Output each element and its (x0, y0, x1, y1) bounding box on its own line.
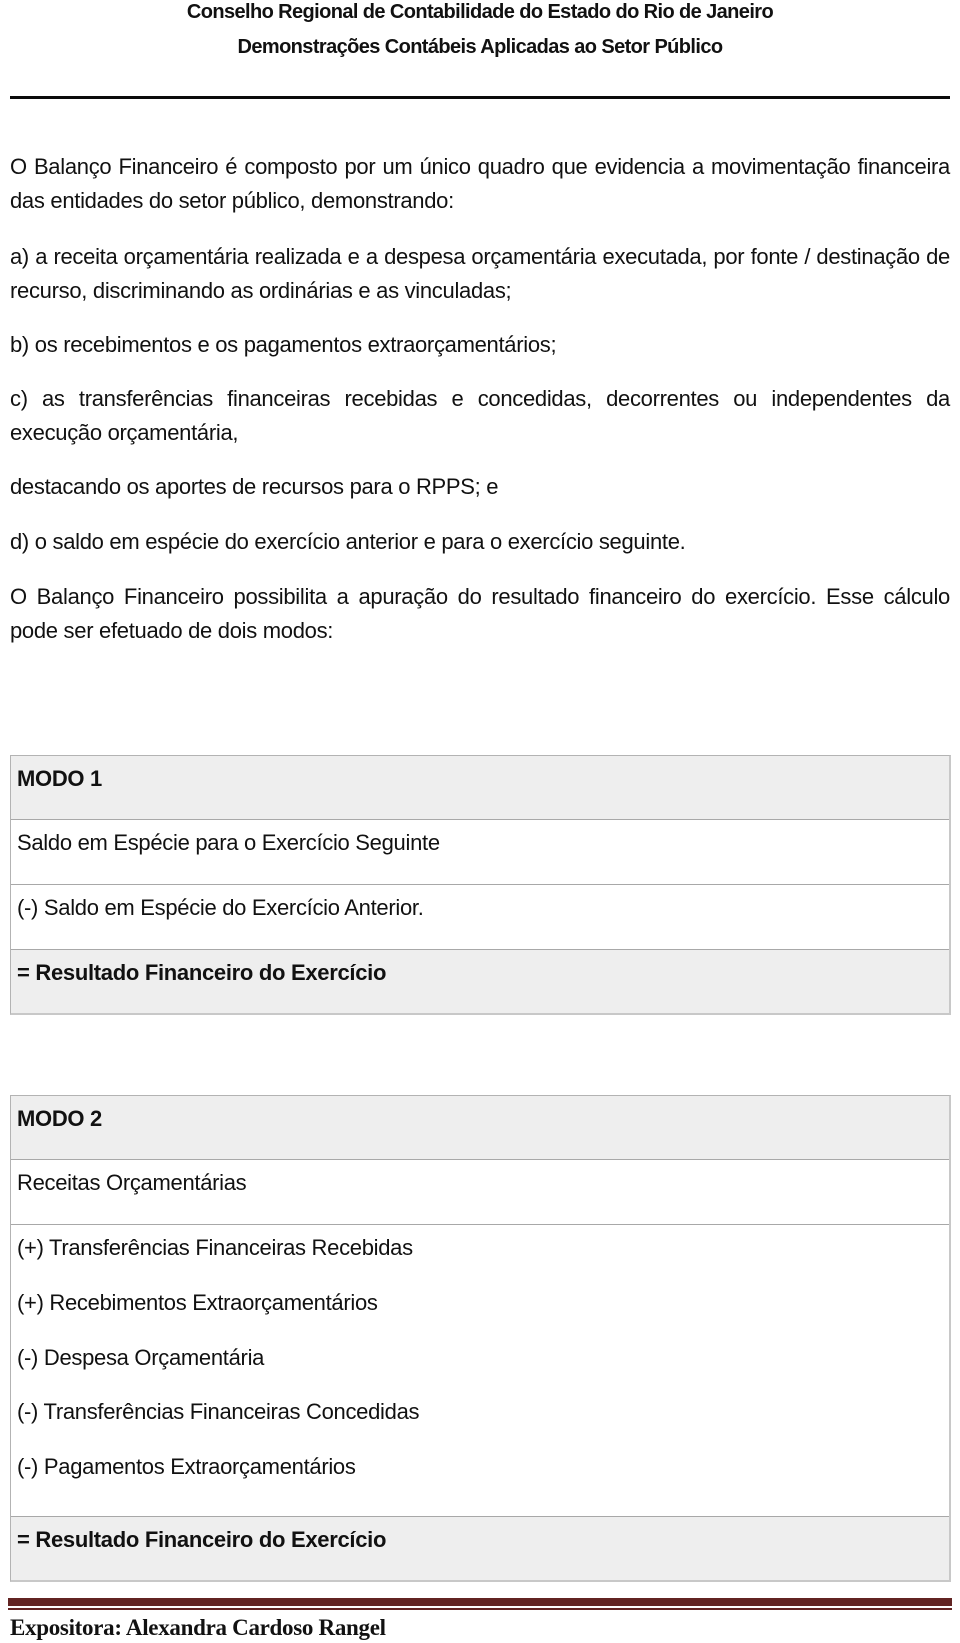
modo1-result: = Resultado Financeiro do Exercício (17, 960, 387, 985)
conclusion-paragraph: O Balanço Financeiro possibilita a apura… (10, 584, 950, 643)
modo2-row-label: Receitas Orçamentárias (17, 1170, 247, 1195)
modo2-result: = Resultado Financeiro do Exercício (17, 1527, 387, 1552)
footer-divider-thick (8, 1598, 952, 1606)
modo2-grouped-line: (-) Pagamentos Extraorçamentários (17, 1454, 356, 1479)
item-d-paragraph: d) o saldo em espécie do exercício anter… (10, 529, 686, 554)
modo2-grouped-line: (-) Transferências Financeiras Concedida… (17, 1399, 420, 1424)
item-a-paragraph: a) a receita orçamentária realizada e a … (10, 244, 950, 303)
modo1-row: Saldo em Espécie para o Exercício Seguin… (11, 819, 949, 884)
modo2-result-row: = Resultado Financeiro do Exercício (11, 1516, 949, 1580)
modo2-title-row: MODO 2 (11, 1096, 949, 1159)
modo2-table: MODO 2 Receitas Orçamentárias (+) Transf… (10, 1095, 951, 1582)
modo1-row-label: Saldo em Espécie para o Exercício Seguin… (17, 830, 440, 855)
header-divider (10, 96, 950, 99)
intro-paragraph: O Balanço Financeiro é composto por um ú… (10, 154, 950, 213)
modo2-grouped-line: (+) Recebimentos Extraorçamentários (17, 1290, 378, 1315)
item-b-paragraph: b) os recebimentos e os pagamentos extra… (10, 332, 557, 357)
header-subtitle: Demonstrações Contábeis Aplicadas ao Set… (237, 36, 724, 58)
item-c-continuation: destacando os aportes de recursos para o… (10, 474, 499, 499)
header-organization: Conselho Regional de Contabilidade do Es… (186, 1, 774, 23)
modo1-result-row: = Resultado Financeiro do Exercício (11, 949, 949, 1013)
modo1-title-row: MODO 1 (11, 756, 949, 819)
footer-divider-thin (8, 1608, 952, 1610)
modo2-first-row: Receitas Orçamentárias (11, 1159, 949, 1224)
modo1-row: (-) Saldo em Espécie do Exercício Anteri… (11, 884, 949, 949)
modo2-title: MODO 2 (17, 1106, 102, 1131)
modo1-row-label: (-) Saldo em Espécie do Exercício Anteri… (17, 895, 424, 920)
modo1-table: MODO 1 Saldo em Espécie para o Exercício… (10, 755, 951, 1015)
modo1-title: MODO 1 (17, 766, 102, 791)
modo2-grouped-line: (+) Transferências Financeiras Recebidas (17, 1235, 413, 1260)
item-c-paragraph: c) as transferências financeiras recebid… (10, 386, 950, 445)
modo2-grouped-line: (-) Despesa Orçamentária (17, 1345, 265, 1370)
footer-presenter: Expositora: Alexandra Cardoso Rangel (10, 1615, 386, 1640)
modo2-grouped-row: (+) Transferências Financeiras Recebidas… (11, 1224, 949, 1516)
